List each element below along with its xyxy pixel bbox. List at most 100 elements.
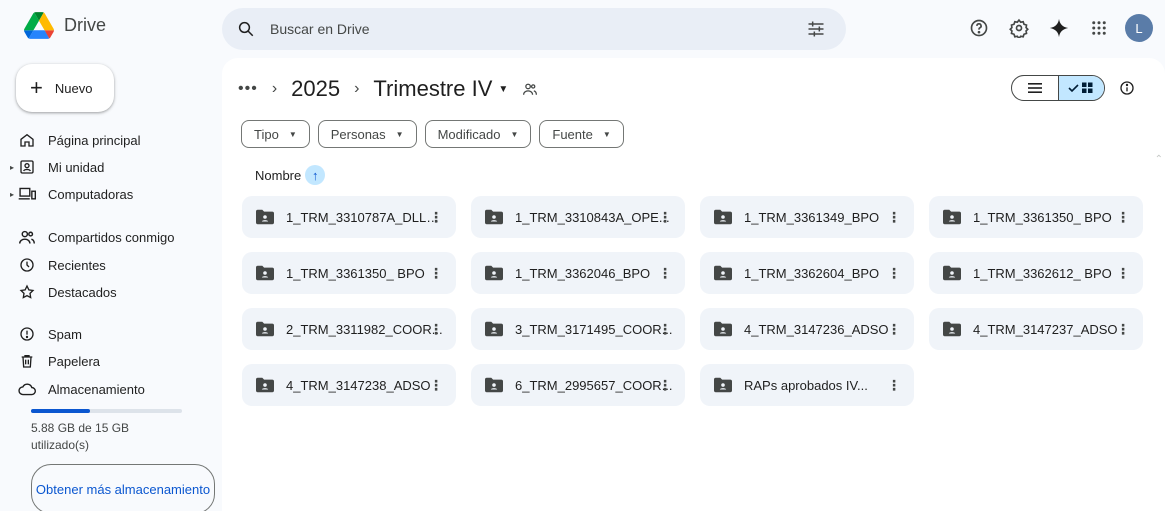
sidebar-item-label: Mi unidad <box>48 159 105 175</box>
folder-card[interactable]: 3_TRM_3171495_COOR... ⋮ <box>471 308 685 350</box>
folder-card[interactable]: 1_TRM_3361350_ BPO ⋮ <box>929 196 1143 238</box>
filter-modified[interactable]: Modificado ▼ <box>424 120 532 148</box>
folder-card[interactable]: RAPs aprobados IV... ⋮ <box>700 364 914 406</box>
shared-folder-icon <box>714 209 732 225</box>
shared-icon <box>18 228 36 246</box>
gemini-sparkle-icon[interactable] <box>1045 14 1073 42</box>
more-vert-icon[interactable]: ⋮ <box>428 375 444 395</box>
expand-caret-icon[interactable]: ▸ <box>10 190 14 199</box>
filter-label: Personas <box>330 126 386 142</box>
folder-card[interactable]: 1_TRM_3361350_ BPO ⋮ <box>242 252 456 294</box>
info-icon[interactable] <box>1117 78 1137 98</box>
breadcrumb-more-button[interactable]: ••• <box>238 80 258 98</box>
folder-name: 6_TRM_2995657_COOR... <box>515 377 673 393</box>
drive-logo[interactable]: Drive <box>24 12 106 39</box>
apps-grid-icon[interactable] <box>1085 14 1113 42</box>
arrow-up-icon[interactable]: ↑ <box>305 165 326 185</box>
more-vert-icon[interactable]: ⋮ <box>428 207 444 227</box>
get-more-storage-button[interactable]: Obtener más almacenamiento <box>31 464 215 511</box>
more-vert-icon[interactable]: ⋮ <box>657 319 673 339</box>
folder-card[interactable]: 1_TRM_3362604_BPO ⋮ <box>700 252 914 294</box>
sidebar-item-starred[interactable]: Destacados <box>18 281 117 303</box>
grid-view-button[interactable] <box>1057 76 1104 100</box>
folder-card[interactable]: 1_TRM_3362046_BPO ⋮ <box>471 252 685 294</box>
sidebar-item-my-drive[interactable]: ▸ Mi unidad <box>10 156 105 178</box>
folder-name: 1_TRM_3362046_BPO <box>515 265 651 281</box>
more-vert-icon[interactable]: ⋮ <box>1115 207 1131 227</box>
folder-card[interactable]: 4_TRM_3147238_ADSO ⋮ <box>242 364 456 406</box>
sidebar-item-trash[interactable]: Papelera <box>18 350 100 372</box>
search-bar[interactable] <box>222 8 846 50</box>
trash-icon <box>18 352 36 370</box>
more-vert-icon[interactable]: ⋮ <box>428 319 444 339</box>
search-options-icon[interactable] <box>806 19 826 42</box>
sort-label: Nombre <box>255 167 302 183</box>
sort-control[interactable]: Nombre ↑ <box>255 165 326 185</box>
filter-chips: Tipo ▼ Personas ▼ Modificado ▼ Fuente ▼ <box>241 120 624 148</box>
more-vert-icon[interactable]: ⋮ <box>1115 319 1131 339</box>
folder-name: 4_TRM_3147237_ADSO <box>973 321 1118 337</box>
shared-folder-icon <box>256 321 274 337</box>
folder-card[interactable]: 1_TRM_3361349_BPO ⋮ <box>700 196 914 238</box>
sidebar-item-label: Computadoras <box>48 186 134 202</box>
clock-icon <box>18 256 36 274</box>
help-icon[interactable] <box>965 14 993 42</box>
filter-people[interactable]: Personas ▼ <box>317 120 417 148</box>
filter-source[interactable]: Fuente ▼ <box>539 120 624 148</box>
shared-folder-icon[interactable] <box>522 82 538 96</box>
shared-folder-icon <box>485 377 503 393</box>
folder-name: 3_TRM_3171495_COOR... <box>515 321 673 337</box>
cloud-icon <box>18 380 36 398</box>
settings-icon[interactable] <box>1005 14 1033 42</box>
folder-name: 1_TRM_3310843A_OPE... <box>515 209 670 225</box>
breadcrumb-current-folder[interactable]: Trimestre IV ▼ <box>373 76 508 102</box>
folder-card[interactable]: 1_TRM_3310787A_DLLO... ⋮ <box>242 196 456 238</box>
shared-folder-icon <box>256 209 274 225</box>
avatar[interactable]: L <box>1125 14 1153 42</box>
top-bar: Drive L <box>0 0 1165 58</box>
folder-name: 4_TRM_3147238_ADSO <box>286 377 431 393</box>
dropdown-arrow-icon: ▼ <box>498 83 509 95</box>
expand-caret-icon[interactable]: ▸ <box>10 163 14 172</box>
sidebar-item-recent[interactable]: Recientes <box>18 254 106 276</box>
app-name: Drive <box>64 15 107 35</box>
folder-card[interactable]: 1_TRM_3310843A_OPE... ⋮ <box>471 196 685 238</box>
list-view-button[interactable] <box>1012 76 1058 100</box>
folder-card[interactable]: 2_TRM_3311982_COOR... ⋮ <box>242 308 456 350</box>
more-vert-icon[interactable]: ⋮ <box>657 207 673 227</box>
new-button[interactable]: + Nuevo <box>16 64 114 112</box>
more-vert-icon[interactable]: ⋮ <box>886 263 902 283</box>
shared-folder-icon <box>943 209 961 225</box>
more-vert-icon[interactable]: ⋮ <box>886 207 902 227</box>
folder-card[interactable]: 4_TRM_3147237_ADSO ⋮ <box>929 308 1143 350</box>
search-icon[interactable] <box>236 19 256 39</box>
more-vert-icon[interactable]: ⋮ <box>657 263 673 283</box>
folder-name: 1_TRM_3310787A_DLLO... <box>286 209 446 225</box>
folder-card[interactable]: 4_TRM_3147236_ADSO ⋮ <box>700 308 914 350</box>
grid-view-icon <box>1068 82 1093 93</box>
sidebar: + Nuevo Página principal ▸ Mi unidad ▸ C… <box>0 58 222 511</box>
folder-card[interactable]: 1_TRM_3362612_ BPO ⋮ <box>929 252 1143 294</box>
more-vert-icon[interactable]: ⋮ <box>886 375 902 395</box>
folder-name: 1_TRM_3361350_ BPO <box>286 265 425 281</box>
sidebar-item-computers[interactable]: ▸ Computadoras <box>10 183 134 205</box>
filter-type[interactable]: Tipo ▼ <box>241 120 310 148</box>
more-vert-icon[interactable]: ⋮ <box>657 375 673 395</box>
sidebar-item-storage[interactable]: Almacenamiento <box>18 378 145 400</box>
computer-icon <box>18 185 36 203</box>
sidebar-item-spam[interactable]: Spam <box>18 323 82 345</box>
view-toggle <box>1011 75 1105 101</box>
sidebar-item-shared[interactable]: Compartidos conmigo <box>18 226 174 248</box>
breadcrumb-item-parent[interactable]: 2025 <box>291 76 340 102</box>
search-input[interactable] <box>270 21 790 37</box>
scroll-up-icon[interactable]: ⌃ <box>1155 154 1163 165</box>
star-icon <box>18 283 36 301</box>
folder-card[interactable]: 6_TRM_2995657_COOR... ⋮ <box>471 364 685 406</box>
more-vert-icon[interactable]: ⋮ <box>1115 263 1131 283</box>
new-button-label: Nuevo <box>54 80 93 96</box>
shared-folder-icon <box>485 209 503 225</box>
more-vert-icon[interactable]: ⋮ <box>428 263 444 283</box>
shared-folder-icon <box>256 377 274 393</box>
more-vert-icon[interactable]: ⋮ <box>886 319 902 339</box>
sidebar-item-home[interactable]: Página principal <box>18 129 141 151</box>
